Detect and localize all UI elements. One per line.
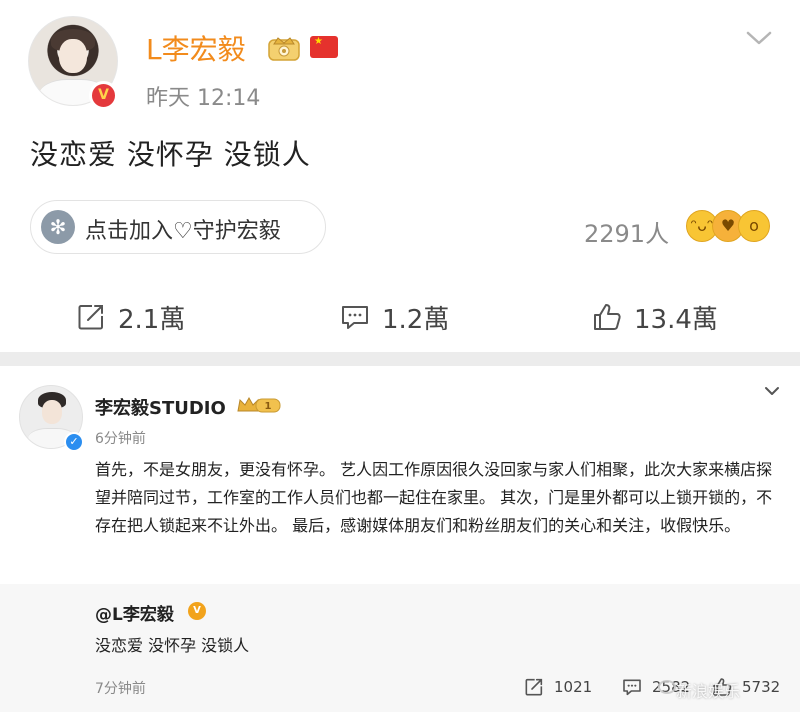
post-time: 昨天 12:14 bbox=[146, 86, 261, 111]
repost-button[interactable]: 1021 bbox=[524, 674, 592, 700]
crown-badge-icon[interactable]: 1 bbox=[236, 395, 282, 415]
join-fan-group-button[interactable]: ✻ 点击加入♡守护宏毅 bbox=[30, 200, 326, 254]
post-time: 6分钟前 bbox=[95, 431, 146, 447]
join-fan-group-label: 点击加入♡守护宏毅 bbox=[85, 219, 281, 244]
weibo-logo-icon bbox=[658, 680, 676, 694]
repost-count: 2.1萬 bbox=[118, 304, 186, 335]
crown-badge-icon[interactable] bbox=[266, 30, 302, 62]
comment-button[interactable]: 1.2萬 bbox=[340, 292, 449, 342]
post-content: 没恋爱 没怀孕 没锁人 bbox=[30, 138, 311, 171]
like-icon bbox=[594, 304, 621, 330]
username[interactable]: 李宏毅STUDIO bbox=[95, 394, 226, 420]
like-count: 13.4萬 bbox=[634, 304, 718, 335]
post-content: 首先，不是女朋友，更没有怀孕。 艺人因工作原因很久没回家与家人们相聚，此次大家来… bbox=[95, 460, 773, 535]
watermark: 新浪娱乐 bbox=[676, 682, 741, 701]
fan-group-icon: ✻ bbox=[41, 210, 75, 244]
like-count: 5732 bbox=[742, 678, 781, 696]
surprised-emoji-icon: o bbox=[738, 210, 770, 242]
supporters-count: 2291人 bbox=[584, 220, 670, 248]
repost-icon bbox=[78, 305, 103, 330]
like-button[interactable]: 13.4萬 bbox=[592, 292, 718, 342]
weibo-post-studio: ✓ 李宏毅STUDIO 1 6分钟前 首先，不是女朋友，更没有怀孕。 艺人因工作… bbox=[0, 366, 800, 712]
post-separator bbox=[0, 352, 800, 366]
repost-icon bbox=[525, 678, 543, 696]
repost-content: 没恋爱 没怀孕 没锁人 bbox=[95, 636, 250, 655]
verified-badge-icon: V bbox=[188, 602, 206, 620]
china-flag-icon: ★ bbox=[310, 36, 338, 58]
avatar-face bbox=[42, 400, 62, 424]
username[interactable]: L李宏毅 bbox=[146, 28, 246, 68]
repost-username[interactable]: @L李宏毅 bbox=[95, 600, 174, 625]
avatar-face bbox=[59, 39, 87, 73]
repost-button[interactable]: 2.1萬 bbox=[76, 292, 185, 342]
repost-time: 7分钟前 bbox=[95, 681, 146, 697]
verified-badge-icon: V bbox=[89, 81, 118, 110]
weibo-post-main: V L李宏毅 ★ 昨天 12:14 没恋爱 没怀孕 没锁人 ✻ 点击加入♡守护宏… bbox=[0, 0, 800, 352]
comment-count: 1.2萬 bbox=[382, 304, 450, 335]
verified-badge-icon: ✓ bbox=[64, 432, 84, 452]
comment-icon bbox=[342, 306, 368, 329]
repost-count: 1021 bbox=[554, 678, 593, 696]
chevron-down-icon[interactable] bbox=[744, 28, 774, 48]
comment-icon bbox=[623, 679, 641, 696]
chevron-down-icon[interactable] bbox=[764, 385, 780, 397]
post-actions-bar: 2.1萬 1.2萬 13.4萬 bbox=[0, 292, 800, 342]
crown-level: 1 bbox=[265, 401, 272, 412]
